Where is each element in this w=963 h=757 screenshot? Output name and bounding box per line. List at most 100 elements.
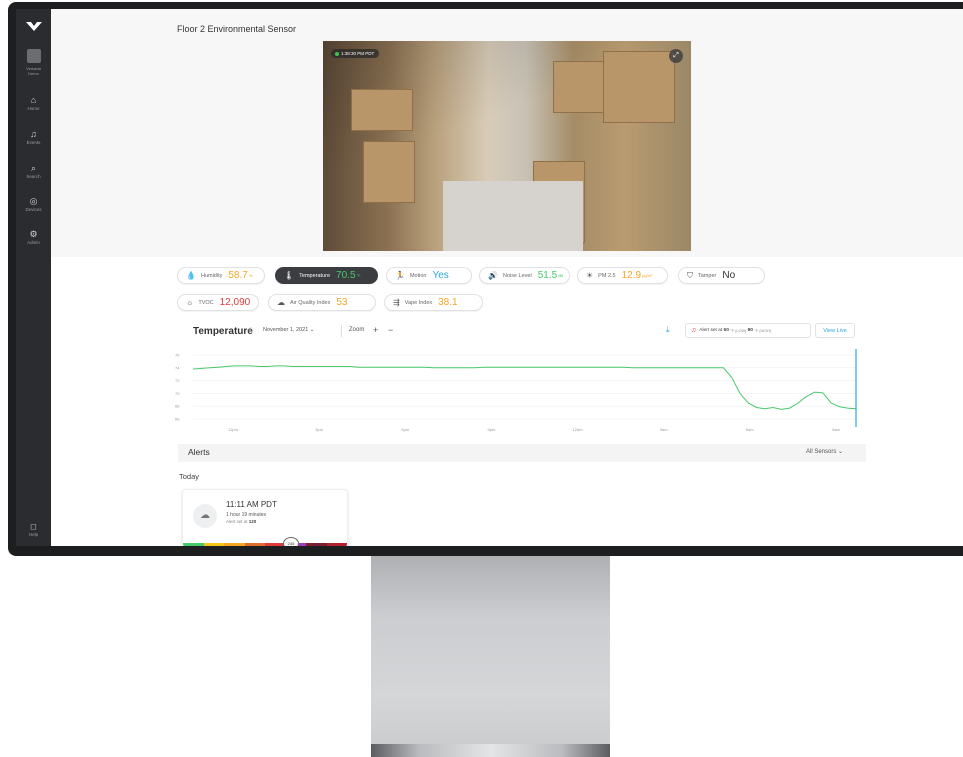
metric-label: TVOC — [198, 299, 214, 306]
zoom-out-button[interactable]: − — [388, 325, 393, 335]
x-tick-label: 3pm — [315, 427, 323, 432]
main-content: Floor 2 Environmental Sensor 1:38:30 PM … — [51, 9, 963, 546]
divider — [341, 325, 342, 337]
cloud-icon: ☁ — [193, 504, 217, 528]
zoom-in-button[interactable]: + — [373, 325, 378, 335]
x-tick-label: 6am — [746, 427, 754, 432]
camera-panel: Floor 2 Environmental Sensor 1:38:30 PM … — [51, 9, 963, 257]
org-avatar[interactable] — [27, 49, 41, 63]
alert-low-unit: °F (LOW) — [730, 328, 747, 333]
download-icon[interactable]: ⤓ — [666, 325, 670, 335]
info-icon[interactable]: ⓘ — [248, 326, 254, 335]
metric-tab-tvoc[interactable]: ☼ TVOC 12,090 — [177, 294, 259, 311]
metric-value: 58.7 — [228, 270, 248, 281]
home-icon: ⌂ — [30, 95, 37, 105]
tamper-icon: ⛉ — [687, 270, 693, 280]
alert-threshold: Alert set at 120 — [226, 519, 256, 524]
bell-icon: ♫ — [30, 129, 37, 139]
sidebar-item-label: Search — [26, 174, 41, 179]
sidebar: Verkada Demo ⌂ Home ♫ Events ⌕ Search ◎ Devices… — [16, 9, 51, 546]
alert-low-value: 50 — [723, 328, 729, 333]
metric-tab-noise-level[interactable]: 🔊 Noise Level 51.5 dB — [479, 267, 570, 284]
date-picker[interactable]: November 1, 2021 ⌄ — [263, 327, 314, 333]
metric-value: No — [722, 270, 736, 281]
sensor-filter-value: All Sensors — [806, 449, 837, 455]
metric-label: Temperature — [299, 272, 331, 279]
severity-segment — [326, 543, 347, 546]
metric-value: 38.1 — [438, 297, 458, 308]
org-name: Verkada Demo — [16, 66, 51, 76]
metric-tab-humidity[interactable]: 💧 Humidity 58.7% — [177, 267, 265, 284]
metric-tab-vape-index[interactable]: ⇶ Vape Index 38.1 — [384, 294, 483, 311]
metric-value: 70.5 — [336, 270, 356, 281]
threshold-value: 120 — [248, 519, 257, 524]
severity-segment — [203, 543, 224, 546]
timestamp-text: 1:38:30 PM PDT — [341, 51, 375, 56]
chevron-down-icon: ⌄ — [838, 449, 844, 455]
alerts-header — [178, 444, 866, 462]
metric-tab-pm-2-5[interactable]: ☀ PM 2.5 12.9 µg/m³ — [577, 267, 668, 284]
metric-value: 53 — [336, 297, 348, 308]
alert-prefix: Alert set at — [699, 328, 723, 333]
sidebar-item-3[interactable]: ◎ Devices — [16, 196, 51, 212]
y-tick-label: 66 — [175, 417, 180, 422]
metric-value: Yes — [432, 270, 449, 281]
severity-segment — [244, 543, 265, 546]
monitor-stand-base — [371, 744, 610, 757]
humidity-icon: 💧 — [186, 271, 196, 280]
x-tick-label: 12am — [573, 427, 584, 432]
sidebar-item-0[interactable]: ⌂ Home — [16, 95, 51, 111]
y-tick-label: 70 — [175, 391, 180, 396]
sidebar-item-label: Home — [27, 106, 40, 111]
sidebar-item-2[interactable]: ⌕ Search — [16, 163, 51, 179]
metric-label: PM 2.5 — [598, 272, 616, 279]
severity-segment — [224, 543, 245, 546]
metric-tab-motion[interactable]: 🏃 Motion Yes — [386, 267, 472, 284]
expand-icon[interactable]: ⤢ — [669, 49, 683, 63]
y-tick-label: 68 — [175, 404, 180, 409]
alert-card[interactable]: ☁ 11:11 AM PDT 1 hour 19 minutes Alert s… — [182, 489, 348, 546]
date-value: November 1, 2021 — [263, 327, 309, 333]
sidebar-item-label: Devices — [25, 207, 42, 212]
feed-shape — [603, 51, 675, 123]
metric-unit: °F — [356, 273, 361, 278]
y-tick-label: 72 — [175, 378, 180, 383]
metric-label: Humidity — [200, 272, 223, 279]
metric-value: 51.5 — [537, 270, 558, 281]
sensor-filter-dropdown[interactable]: All Sensors ⌄ — [806, 448, 843, 455]
brand-logo-icon[interactable] — [25, 19, 43, 33]
y-tick-label: 76 — [175, 353, 180, 358]
speaker-icon: 🔊 — [488, 271, 498, 280]
metric-tab-air-quality-index[interactable]: ☁ Air Quality Index 53 — [268, 294, 376, 311]
motion-icon: 🏃 — [395, 271, 405, 280]
alert-threshold-button[interactable]: ♫ Alert set at 50 °F (LOW) 90 °F (HIGH) — [685, 323, 811, 338]
metric-label: Noise Level — [502, 272, 532, 279]
zoom-label: Zoom — [349, 327, 365, 333]
feed-floor — [443, 181, 583, 251]
temperature-chart[interactable]: 76 74 72 70 68 66 12pm 3pm 6pm 9pm 12am 3am 6am 9am — [171, 349, 871, 434]
camera-feed[interactable]: 1:38:30 PM PDT ⤢ — [323, 41, 691, 251]
metric-tab-tamper[interactable]: ⛉ Tamper No — [678, 267, 765, 284]
x-tick-label: 12pm — [228, 427, 239, 432]
view-live-button[interactable]: View Live — [815, 323, 855, 338]
y-tick-label: 74 — [175, 365, 180, 370]
sidebar-item-4[interactable]: ⚙ Admin — [16, 229, 51, 245]
monitor-stand — [371, 556, 610, 757]
tvoc-icon: ☼ — [186, 298, 194, 307]
severity-segment — [306, 543, 327, 546]
metric-unit: µg/m³ — [642, 273, 653, 278]
org-name-line2: Demo — [28, 71, 39, 76]
timestamp-badge: 1:38:30 PM PDT — [331, 49, 380, 58]
help-button[interactable]: ◻ Help — [16, 522, 51, 537]
metric-tab-temperature[interactable]: 🌡 Temperature 70.5 °F — [275, 267, 378, 284]
sidebar-item-1[interactable]: ♫ Events — [16, 129, 51, 145]
chart-title: Temperature — [193, 326, 253, 337]
sidebar-item-label: Admin — [27, 240, 40, 245]
thermometer-icon: 🌡 — [284, 271, 295, 280]
air-quality-icon: ☁ — [277, 298, 285, 307]
metric-unit: dB — [558, 273, 564, 278]
metric-value: 12,090 — [219, 297, 251, 308]
severity-marker: 245 — [283, 537, 299, 546]
severity-scale — [183, 543, 347, 546]
devices-icon: ◎ — [29, 196, 38, 206]
